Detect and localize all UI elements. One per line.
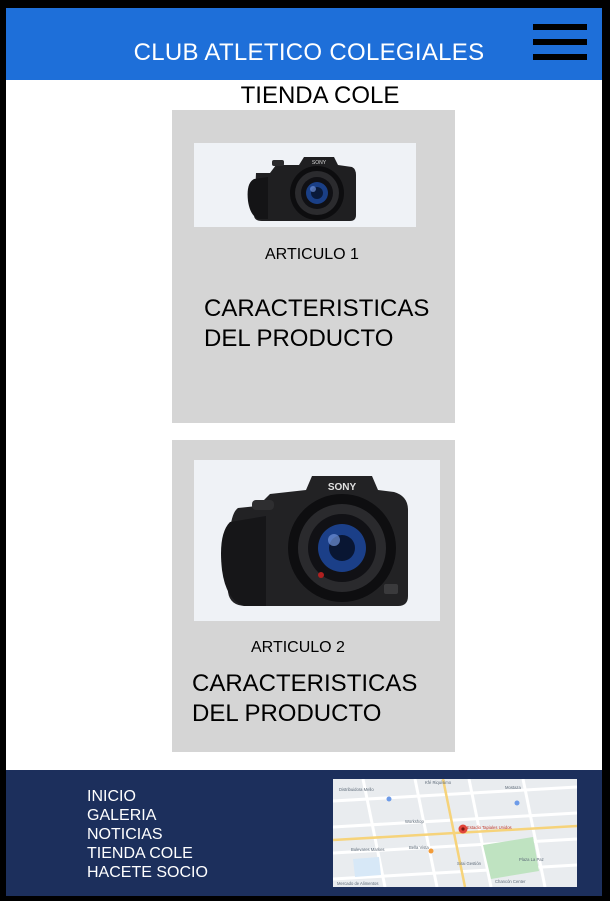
app-frame: CLUB ATLETICO COLEGIALES TIENDA COLE SON… xyxy=(6,8,602,896)
map-image: Estadio Tapiales Unidos Distribuidora Me… xyxy=(333,779,577,887)
svg-text:Bella Vista: Bella Vista xyxy=(409,845,429,850)
product-image[interactable]: SONY xyxy=(194,143,416,227)
footer-link-hacete-socio[interactable]: HACETE SOCIO xyxy=(87,863,208,882)
footer: INICIO GALERIA NOTICIAS TIENDA COLE HACE… xyxy=(6,770,602,896)
footer-nav: INICIO GALERIA NOTICIAS TIENDA COLE HACE… xyxy=(87,787,208,882)
product-name: ARTICULO 1 xyxy=(265,246,359,263)
footer-link-tienda-cole[interactable]: TIENDA COLE xyxy=(87,844,208,863)
svg-text:Bulevares Markes: Bulevares Markes xyxy=(351,847,385,852)
menu-bar xyxy=(533,24,587,30)
product-image[interactable]: SONY ZEISS xyxy=(194,460,440,621)
club-title: CLUB ATLETICO COLEGIALES xyxy=(133,39,485,66)
location-map[interactable]: Estadio Tapiales Unidos Distribuidora Me… xyxy=(333,779,577,887)
svg-text:Kfé Riquísimo: Kfé Riquísimo xyxy=(425,780,452,785)
footer-link-inicio[interactable]: INICIO xyxy=(87,787,208,806)
svg-text:Distribuidora Mello: Distribuidora Mello xyxy=(339,787,374,792)
hamburger-menu-icon[interactable] xyxy=(533,24,587,60)
camera-image: SONY ZEISS xyxy=(194,460,440,621)
product-card[interactable]: SONY ARTICULO 1 CARACTERISTICAS DEL PROD… xyxy=(172,110,455,423)
svg-text:Workshop: Workshop xyxy=(405,819,424,824)
product-name: ARTICULO 2 xyxy=(251,639,345,656)
svg-text:Plaza La Paz: Plaza La Paz xyxy=(519,857,544,862)
svg-text:Sirai Gestión: Sirai Gestión xyxy=(457,861,482,866)
menu-bar xyxy=(533,39,587,45)
product-card[interactable]: SONY ZEISS ARTICULO 2 CARACTERISTICAS DE… xyxy=(172,440,455,752)
menu-bar xyxy=(533,54,587,60)
page-title: TIENDA COLE xyxy=(240,82,400,109)
product-description: CARACTERISTICAS DEL PRODUCTO xyxy=(192,670,418,727)
svg-text:Mercado de Alimentos: Mercado de Alimentos xyxy=(337,881,378,886)
camera-brand: SONY xyxy=(312,160,327,166)
footer-link-galeria[interactable]: GALERIA xyxy=(87,806,208,825)
footer-link-noticias[interactable]: NOTICIAS xyxy=(87,825,208,844)
camera-brand: SONY xyxy=(328,482,357,493)
svg-text:Chancón Center: Chancón Center xyxy=(495,879,526,884)
camera-image: SONY xyxy=(194,143,416,227)
product-description: CARACTERISTICAS DEL PRODUCTO xyxy=(204,295,430,352)
svg-text:Estadio Tapiales Unidos: Estadio Tapiales Unidos xyxy=(467,825,512,830)
svg-text:Mostaza: Mostaza xyxy=(505,785,521,790)
top-header: CLUB ATLETICO COLEGIALES xyxy=(6,8,602,80)
